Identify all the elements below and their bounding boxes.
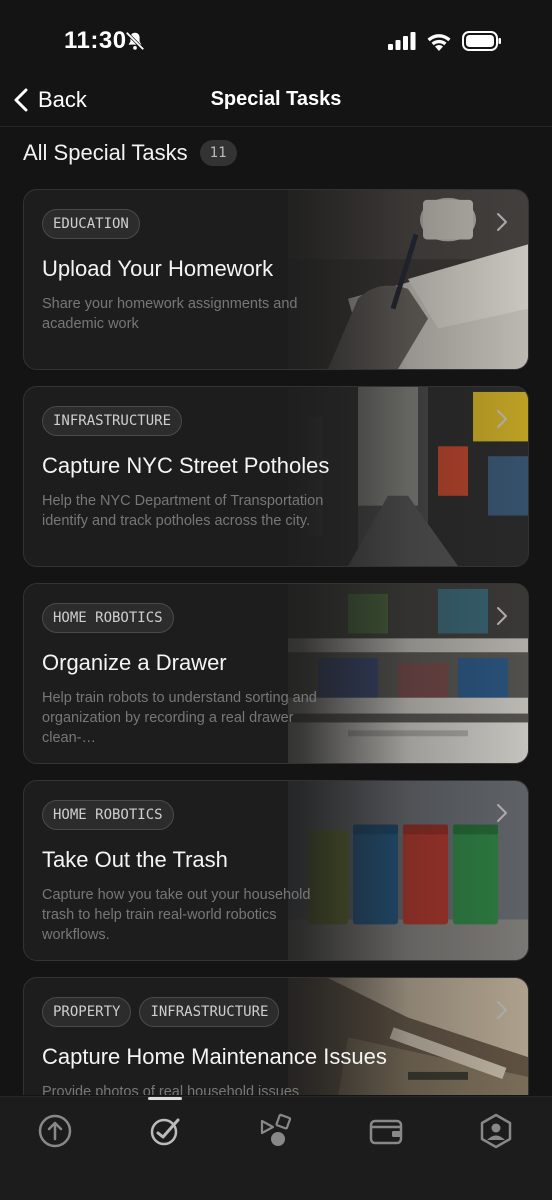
section-header: All Special Tasks 11: [23, 140, 237, 166]
tag-list: EDUCATION: [42, 209, 140, 239]
card-title: Upload Your Homework: [42, 256, 274, 281]
cellular-icon: [388, 32, 416, 50]
chevron-right-icon: [497, 1001, 507, 1019]
tag: INFRASTRUCTURE: [139, 997, 280, 1027]
card-description: Provide photos of real household issues …: [42, 1084, 300, 1095]
chevron-right-icon: [497, 213, 507, 231]
card-title: Take Out the Trash: [42, 847, 228, 872]
count-badge: 11: [199, 140, 237, 166]
task-card[interactable]: HOME ROBOTICS Organize a Drawer Help tra…: [23, 583, 529, 764]
card-title: Organize a Drawer: [42, 650, 227, 675]
task-card[interactable]: EDUCATION Upload Your Homework Share you…: [23, 189, 529, 370]
card-title: Capture NYC Street Potholes: [42, 453, 330, 478]
tag-list: PROPERTY INFRASTRUCTURE: [42, 997, 280, 1027]
tag-list: HOME ROBOTICS: [42, 603, 174, 633]
shapes-icon: [260, 1113, 292, 1146]
status-time: 11:30: [64, 27, 127, 54]
card-description: Help the NYC Department of Transportatio…: [42, 493, 324, 529]
card-title: Capture Home Maintenance Issues: [42, 1044, 387, 1069]
battery-icon: [462, 31, 501, 51]
nav-divider: [0, 126, 552, 127]
chevron-right-icon: [497, 410, 507, 428]
task-list[interactable]: EDUCATION Upload Your Homework Share you…: [23, 189, 530, 1095]
wallet-icon: [369, 1119, 403, 1145]
active-tab-indicator: [148, 1097, 182, 1100]
task-card[interactable]: PROPERTY INFRASTRUCTURE Capture Home Mai…: [23, 977, 529, 1095]
task-card[interactable]: INFRASTRUCTURE Capture NYC Street Pothol…: [23, 386, 529, 567]
tag: EDUCATION: [42, 209, 140, 239]
wifi-icon: [427, 33, 451, 51]
card-description: Help train robots to understand sorting …: [42, 690, 317, 746]
task-card[interactable]: HOME ROBOTICS Take Out the Trash Capture…: [23, 780, 529, 961]
tag-list: INFRASTRUCTURE: [42, 406, 183, 436]
bell-slash-icon: [125, 31, 145, 51]
card-fade: [228, 978, 528, 1095]
tag: INFRASTRUCTURE: [42, 406, 183, 436]
upload-icon: [38, 1114, 72, 1148]
tab-shapes[interactable]: [256, 1111, 296, 1151]
tab-bar: [0, 1096, 552, 1200]
page-title: Special Tasks: [210, 88, 342, 110]
tab-profile[interactable]: [476, 1111, 516, 1151]
chevron-right-icon: [497, 804, 507, 822]
status-bar: 11:30: [0, 0, 552, 80]
card-description: Share your homework assignments and acad…: [42, 296, 298, 332]
tab-wallet[interactable]: [366, 1111, 406, 1151]
section-title: All Special Tasks: [23, 140, 188, 165]
tab-upload[interactable]: [35, 1111, 75, 1151]
tag: HOME ROBOTICS: [42, 603, 174, 633]
tag: HOME ROBOTICS: [42, 800, 174, 830]
tag-list: HOME ROBOTICS: [42, 800, 174, 830]
chevron-right-icon: [497, 607, 507, 625]
profile-icon: [480, 1113, 512, 1149]
card-description: Capture how you take out your household …: [42, 887, 311, 943]
nav-bar: Back Special Tasks: [0, 80, 552, 124]
tab-tasks[interactable]: [145, 1111, 185, 1151]
tasks-icon: [150, 1118, 180, 1146]
tag: PROPERTY: [42, 997, 132, 1027]
